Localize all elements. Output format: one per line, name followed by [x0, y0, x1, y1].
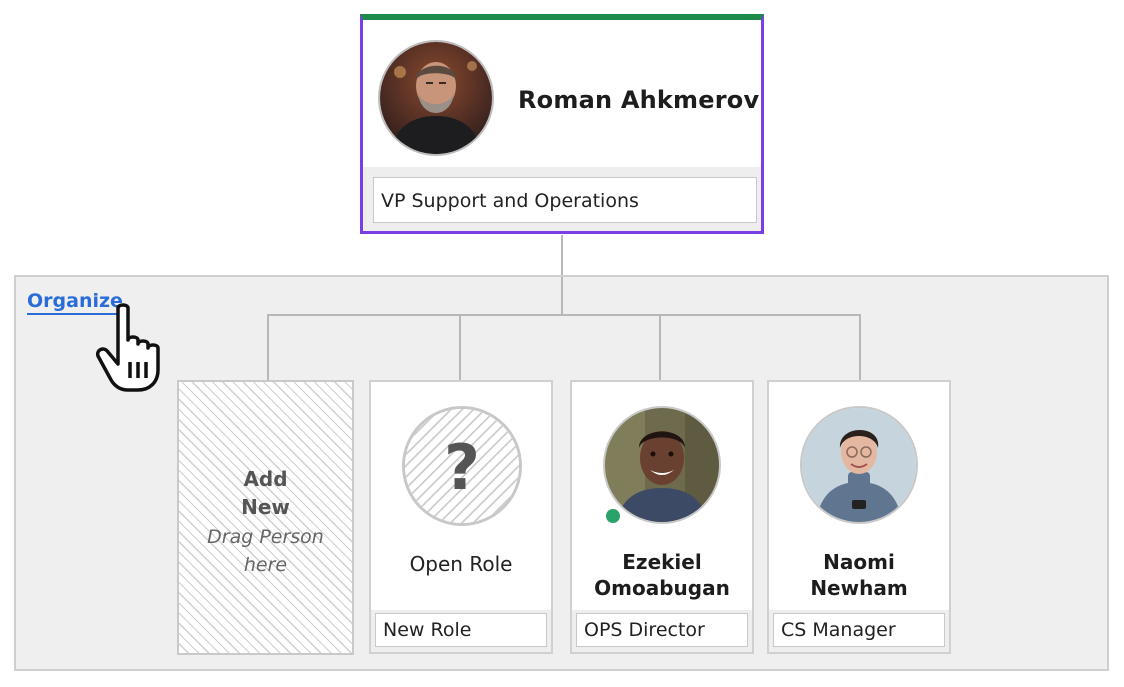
open-role-title-band: New Role — [371, 610, 551, 652]
hand-pointer-cursor-icon — [92, 302, 172, 394]
naomi-name: Naomi Newham — [810, 550, 908, 600]
add-new-label: Add New — [241, 467, 290, 519]
person-photo-icon — [380, 42, 492, 154]
drag-person-hint: Drag Person here — [207, 526, 324, 576]
add-new-dropzone[interactable]: Add New Drag Person here — [177, 380, 354, 655]
naomi-title-field[interactable]: CS Manager — [773, 613, 945, 647]
person-photo-icon — [802, 408, 916, 522]
question-mark-icon: ? — [405, 409, 519, 523]
connector-vertical-inside — [561, 277, 563, 315]
connector-drop-3-inside — [659, 314, 661, 380]
open-role-card[interactable]: ? Open Role New Role — [369, 380, 553, 654]
manager-title-band: VP Support and Operations — [363, 167, 761, 231]
connector-drop-1-inside — [267, 314, 269, 380]
ezekiel-title-field[interactable]: OPS Director — [576, 613, 748, 647]
person-card-ezekiel[interactable]: Ezekiel Omoabugan OPS Director — [570, 380, 754, 654]
open-role-avatar: ? — [402, 406, 522, 526]
svg-text:?: ? — [444, 431, 480, 504]
manager-photo — [378, 40, 494, 156]
connector-horizontal-inside — [267, 314, 861, 316]
person-photo-icon — [605, 408, 719, 522]
connector-drop-2-inside — [459, 314, 461, 380]
naomi-title-band: CS Manager — [769, 610, 949, 652]
open-role-title-field[interactable]: New Role — [375, 613, 547, 647]
naomi-photo — [800, 406, 918, 524]
manager-name: Roman Ahkmerov — [518, 86, 760, 114]
ezekiel-photo — [603, 406, 721, 524]
manager-title-field[interactable]: VP Support and Operations — [373, 177, 757, 223]
connector-drop-4-inside — [859, 314, 861, 380]
ezekiel-name: Ezekiel Omoabugan — [594, 550, 730, 600]
manager-card[interactable]: Roman Ahkmerov VP Support and Operations — [360, 14, 764, 234]
open-role-label: Open Role — [409, 552, 513, 576]
ezekiel-title-band: OPS Director — [572, 610, 752, 652]
online-status-dot — [603, 506, 623, 526]
person-card-naomi[interactable]: Naomi Newham CS Manager — [767, 380, 951, 654]
